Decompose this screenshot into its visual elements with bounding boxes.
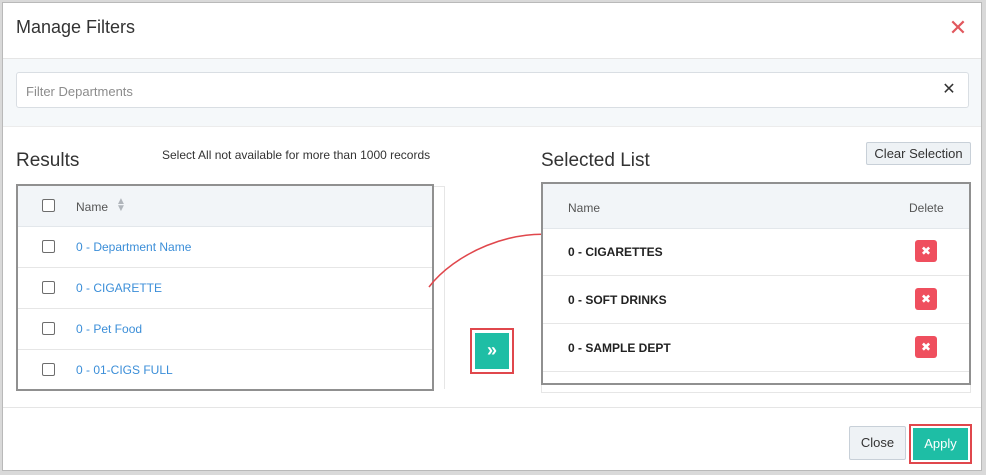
- selected-item-label: 0 - CIGARETTES: [568, 245, 663, 259]
- row-checkbox[interactable]: [42, 322, 55, 335]
- close-icon[interactable]: ✕: [947, 17, 969, 39]
- close-button[interactable]: Close: [849, 426, 906, 460]
- clear-x-icon[interactable]: ✕: [940, 81, 958, 99]
- selected-column-name: Name: [568, 201, 601, 215]
- search-box: ✕: [16, 72, 969, 108]
- modal-title: Manage Filters: [16, 17, 136, 37]
- selected-item-label: 0 - SOFT DRINKS: [568, 293, 667, 307]
- list-item: 0 - SAMPLE DEPT ✖: [543, 324, 969, 372]
- search-band: ✕: [3, 59, 981, 127]
- result-link[interactable]: 0 - CIGARETTE: [76, 281, 162, 295]
- table-row: 0 - CIGARETTE: [18, 268, 432, 309]
- table-row: 0 - 01-CIGS FULL: [18, 350, 432, 391]
- filter-departments-input[interactable]: [18, 74, 928, 108]
- double-chevron-right-icon[interactable]: »: [475, 333, 509, 369]
- apply-button[interactable]: Apply: [909, 424, 972, 464]
- delete-icon[interactable]: ✖: [915, 336, 937, 358]
- selected-list-heading: Selected List: [541, 150, 650, 171]
- apply-button-label[interactable]: Apply: [913, 428, 968, 460]
- select-all-checkbox[interactable]: [42, 199, 55, 212]
- result-link[interactable]: 0 - Pet Food: [76, 322, 142, 336]
- delete-icon[interactable]: ✖: [915, 240, 937, 262]
- results-table: Name ▲ ▼ 0 - Department Name 0 - CIGARETT…: [16, 184, 434, 391]
- list-item: 0 - CIGARETTES ✖: [543, 228, 969, 276]
- selected-table-bottom: [541, 385, 971, 393]
- results-table-edge: [434, 186, 445, 389]
- list-item: 0 - SOFT DRINKS ✖: [543, 276, 969, 324]
- move-to-selected-button[interactable]: »: [470, 328, 514, 374]
- row-checkbox[interactable]: [42, 363, 55, 376]
- results-column-name[interactable]: Name: [76, 200, 108, 214]
- results-table-header: Name ▲ ▼: [18, 186, 432, 227]
- modal-header: Manage Filters ✕: [3, 3, 981, 59]
- delete-icon[interactable]: ✖: [915, 288, 937, 310]
- row-checkbox[interactable]: [42, 240, 55, 253]
- selected-list-table: Name Delete 0 - CIGARETTES ✖ 0 - SOFT DR…: [541, 182, 971, 385]
- manage-filters-modal: Manage Filters ✕ ✕ Results Select All no…: [2, 2, 982, 471]
- result-link[interactable]: 0 - Department Name: [76, 240, 191, 254]
- selected-item-label: 0 - SAMPLE DEPT: [568, 341, 671, 355]
- row-checkbox[interactable]: [42, 281, 55, 294]
- results-heading: Results: [16, 150, 80, 171]
- selected-column-delete: Delete: [909, 201, 944, 215]
- sort-icon[interactable]: ▲ ▼: [116, 197, 126, 214]
- result-link[interactable]: 0 - 01-CIGS FULL: [76, 363, 173, 377]
- table-row: 0 - Department Name: [18, 227, 432, 268]
- clear-selection-button[interactable]: Clear Selection: [866, 142, 971, 165]
- table-row: 0 - Pet Food: [18, 309, 432, 350]
- results-note: Select All not available for more than 1…: [162, 148, 431, 162]
- modal-footer: Close Apply: [3, 407, 981, 472]
- selected-table-header: Name Delete: [543, 184, 969, 229]
